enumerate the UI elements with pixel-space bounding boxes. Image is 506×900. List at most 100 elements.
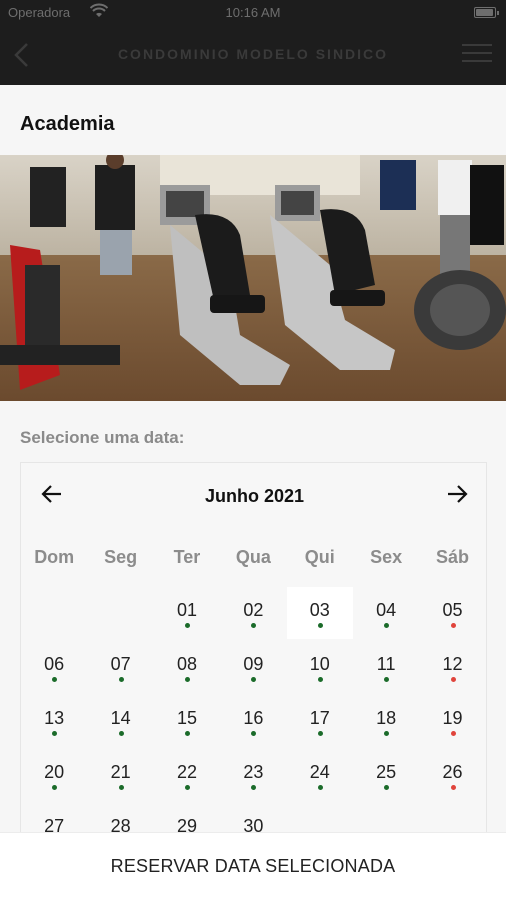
day-number: 22	[176, 762, 197, 782]
weekday-label: Qua	[235, 547, 271, 567]
calendar-day-21[interactable]: 21	[87, 747, 153, 801]
day-number: 14	[110, 708, 131, 728]
weekday-label: Seg	[104, 547, 138, 567]
calendar-day-07[interactable]: 07	[87, 639, 153, 693]
calendar-day-17[interactable]: 17	[287, 693, 353, 747]
day-number: 09	[243, 654, 264, 674]
calendar-day-23[interactable]: 23	[220, 747, 286, 801]
calendar-day-09[interactable]: 09	[220, 639, 286, 693]
day-number: 04	[376, 600, 397, 620]
day-number: 01	[176, 600, 197, 620]
available-dot-icon	[384, 731, 390, 736]
hamburger-menu-icon[interactable]	[462, 44, 492, 68]
calendar-day-05[interactable]: 05	[419, 585, 485, 639]
day-number: 15	[176, 708, 197, 728]
available-dot-icon	[317, 623, 323, 628]
available-dot-icon	[384, 623, 390, 628]
select-date-label: Selecione uma data:	[20, 428, 185, 447]
battery-icon	[474, 7, 499, 18]
weekday-label: Dom	[34, 547, 75, 567]
available-dot-icon	[317, 785, 323, 790]
calendar-day-24[interactable]: 24	[287, 747, 353, 801]
available-dot-icon	[251, 785, 257, 790]
calendar-day-01[interactable]: 01	[154, 585, 220, 639]
day-number: 21	[110, 762, 131, 782]
clock: 10:16 AM	[225, 5, 281, 20]
unavailable-dot-icon	[450, 677, 456, 682]
calendar-header: Junho 2021	[21, 479, 488, 509]
calendar-day-22[interactable]: 22	[154, 747, 220, 801]
calendar-week-row: 13 14 15 16 17 18 19	[21, 693, 488, 747]
available-dot-icon	[317, 731, 323, 736]
day-number: 25	[376, 762, 397, 782]
weekday-label: Sex	[370, 547, 403, 567]
available-dot-icon	[384, 785, 390, 790]
calendar-day-25[interactable]: 25	[353, 747, 419, 801]
month-title: Junho 2021	[204, 486, 305, 506]
available-dot-icon	[317, 677, 323, 682]
calendar-day-11[interactable]: 11	[353, 639, 419, 693]
day-number: 16	[243, 708, 264, 728]
day-number: 07	[110, 654, 131, 674]
available-dot-icon	[52, 677, 58, 682]
calendar-grid: 01 02 03 04 05 06 07 08 09 10 11 12 13 14 15 16 17 18 19 20…	[21, 585, 488, 855]
available-dot-icon	[184, 731, 190, 736]
day-number: 13	[44, 708, 65, 728]
available-dot-icon	[52, 731, 58, 736]
reserve-date-button[interactable]: RESERVAR DATA SELECIONADA	[0, 856, 506, 877]
next-month-icon[interactable]	[444, 481, 470, 507]
status-bar: Operadora 10:16 AM	[0, 0, 506, 26]
calendar-day-15[interactable]: 15	[154, 693, 220, 747]
navigation-bar: CONDOMINIO MODELO SINDICO	[0, 26, 506, 85]
calendar-day-14[interactable]: 14	[87, 693, 153, 747]
day-number: 19	[442, 708, 463, 728]
calendar-day-16[interactable]: 16	[220, 693, 286, 747]
weekday-row: Dom Seg Ter Qua Qui Sex Sáb	[21, 547, 488, 568]
day-number: 26	[442, 762, 463, 782]
calendar-day-20[interactable]: 20	[21, 747, 87, 801]
available-dot-icon	[52, 785, 58, 790]
calendar-day-03[interactable]: 03	[286, 585, 353, 639]
calendar-day-08[interactable]: 08	[154, 639, 220, 693]
footer-bar: RESERVAR DATA SELECIONADA	[0, 832, 506, 900]
day-number: 23	[243, 762, 264, 782]
calendar-empty-cell	[21, 585, 87, 639]
day-number: 17	[309, 708, 330, 728]
available-dot-icon	[384, 677, 390, 682]
day-number: 08	[176, 654, 197, 674]
calendar-day-18[interactable]: 18	[353, 693, 419, 747]
available-dot-icon	[184, 785, 190, 790]
weekday-label: Ter	[173, 547, 201, 567]
calendar-day-04[interactable]: 04	[353, 585, 419, 639]
calendar-week-row: 01 02 03 04 05	[21, 585, 488, 639]
day-number: 10	[309, 654, 330, 674]
day-number: 05	[442, 600, 463, 620]
calendar-day-26[interactable]: 26	[419, 747, 485, 801]
calendar-day-13[interactable]: 13	[21, 693, 87, 747]
page-title: CONDOMINIO MODELO SINDICO	[117, 46, 389, 62]
calendar-empty-cell	[87, 585, 153, 639]
calendar: Junho 2021 Dom Seg Ter Qua Qui Sex Sáb 0…	[20, 462, 487, 862]
available-dot-icon	[184, 623, 190, 628]
unavailable-dot-icon	[450, 785, 456, 790]
day-number: 03	[309, 600, 330, 620]
calendar-day-19[interactable]: 19	[419, 693, 485, 747]
gym-photo	[0, 155, 506, 401]
day-number: 02	[243, 600, 264, 620]
day-number: 12	[442, 654, 463, 674]
section-title: Academia	[20, 113, 115, 135]
day-number: 24	[309, 762, 330, 782]
day-number: 11	[376, 654, 396, 674]
available-dot-icon	[251, 623, 257, 628]
available-dot-icon	[251, 731, 257, 736]
calendar-day-12[interactable]: 12	[419, 639, 485, 693]
weekday-label: Qui	[304, 547, 335, 567]
calendar-day-10[interactable]: 10	[287, 639, 353, 693]
weekday-label: Sáb	[436, 547, 470, 567]
day-number: 20	[44, 762, 65, 782]
available-dot-icon	[118, 677, 124, 682]
available-dot-icon	[118, 785, 124, 790]
calendar-day-02[interactable]: 02	[220, 585, 286, 639]
available-dot-icon	[118, 731, 124, 736]
calendar-day-06[interactable]: 06	[21, 639, 87, 693]
